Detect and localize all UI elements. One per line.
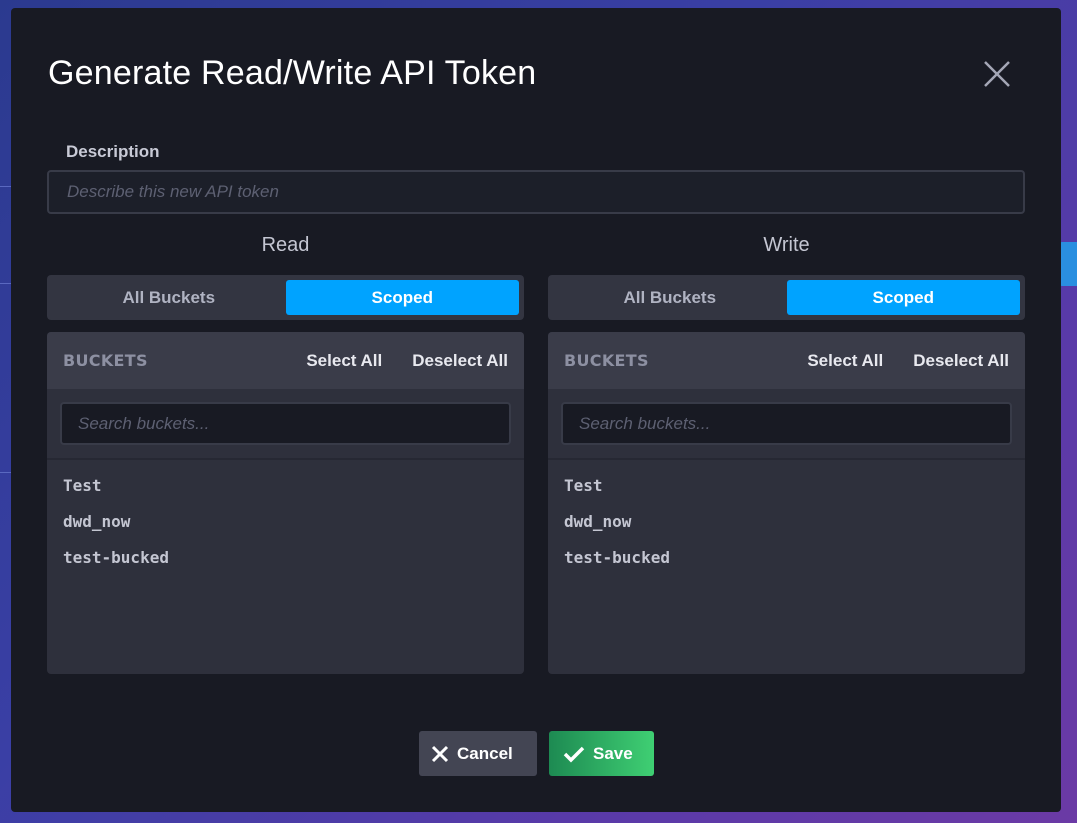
api-token-modal: Generate Read/Write API Token Descriptio… [11,8,1061,812]
write-select-all-button[interactable]: Select All [807,351,883,371]
read-bucket-header: BUCKETS Select All Deselect All [47,332,524,389]
modal-footer: Cancel Save [11,731,1061,776]
read-all-buckets-tab[interactable]: All Buckets [52,280,286,315]
close-icon [984,61,1010,87]
read-bucket-panel: BUCKETS Select All Deselect All Test dwd… [47,332,524,674]
write-scoped-tab[interactable]: Scoped [786,280,1020,315]
write-column: Write All Buckets Scoped BUCKETS Select … [548,234,1025,674]
modal-title: Generate Read/Write API Token [48,54,537,92]
read-scoped-tab[interactable]: Scoped [285,280,519,315]
read-column: Read All Buckets Scoped BUCKETS Select A… [47,234,524,674]
close-button[interactable] [981,58,1013,90]
read-deselect-all-button[interactable]: Deselect All [412,351,508,371]
list-item[interactable]: dwd_now [548,504,1025,540]
list-item[interactable]: dwd_now [47,504,524,540]
save-button[interactable]: Save [549,731,654,776]
read-buckets-heading: BUCKETS [63,351,148,370]
description-input[interactable] [47,170,1025,214]
cancel-label: Cancel [457,743,513,763]
save-label: Save [593,743,633,763]
write-bucket-panel: BUCKETS Select All Deselect All Test dwd… [548,332,1025,674]
list-item[interactable]: test-bucked [47,540,524,576]
read-search-wrapper [47,389,524,460]
list-item[interactable]: test-bucked [548,540,1025,576]
write-title: Write [763,234,810,256]
write-scope-toggle: All Buckets Scoped [548,275,1025,320]
checkmark-icon [563,746,585,762]
write-buckets-heading: BUCKETS [564,351,649,370]
write-bucket-header: BUCKETS Select All Deselect All [548,332,1025,389]
list-item[interactable]: Test [47,468,524,504]
read-title: Read [261,234,310,256]
read-select-all-button[interactable]: Select All [306,351,382,371]
write-deselect-all-button[interactable]: Deselect All [913,351,1009,371]
write-bucket-list: Test dwd_now test-bucked [548,460,1025,576]
cancel-button[interactable]: Cancel [419,731,537,776]
description-label: Description [66,142,160,161]
background-tab [1059,242,1077,286]
list-item[interactable]: Test [548,468,1025,504]
write-bucket-search-input[interactable] [561,402,1012,445]
x-icon [431,745,449,762]
write-all-buckets-tab[interactable]: All Buckets [553,280,787,315]
read-bucket-search-input[interactable] [60,402,511,445]
read-scope-toggle: All Buckets Scoped [47,275,524,320]
read-bucket-list: Test dwd_now test-bucked [47,460,524,576]
write-search-wrapper [548,389,1025,460]
